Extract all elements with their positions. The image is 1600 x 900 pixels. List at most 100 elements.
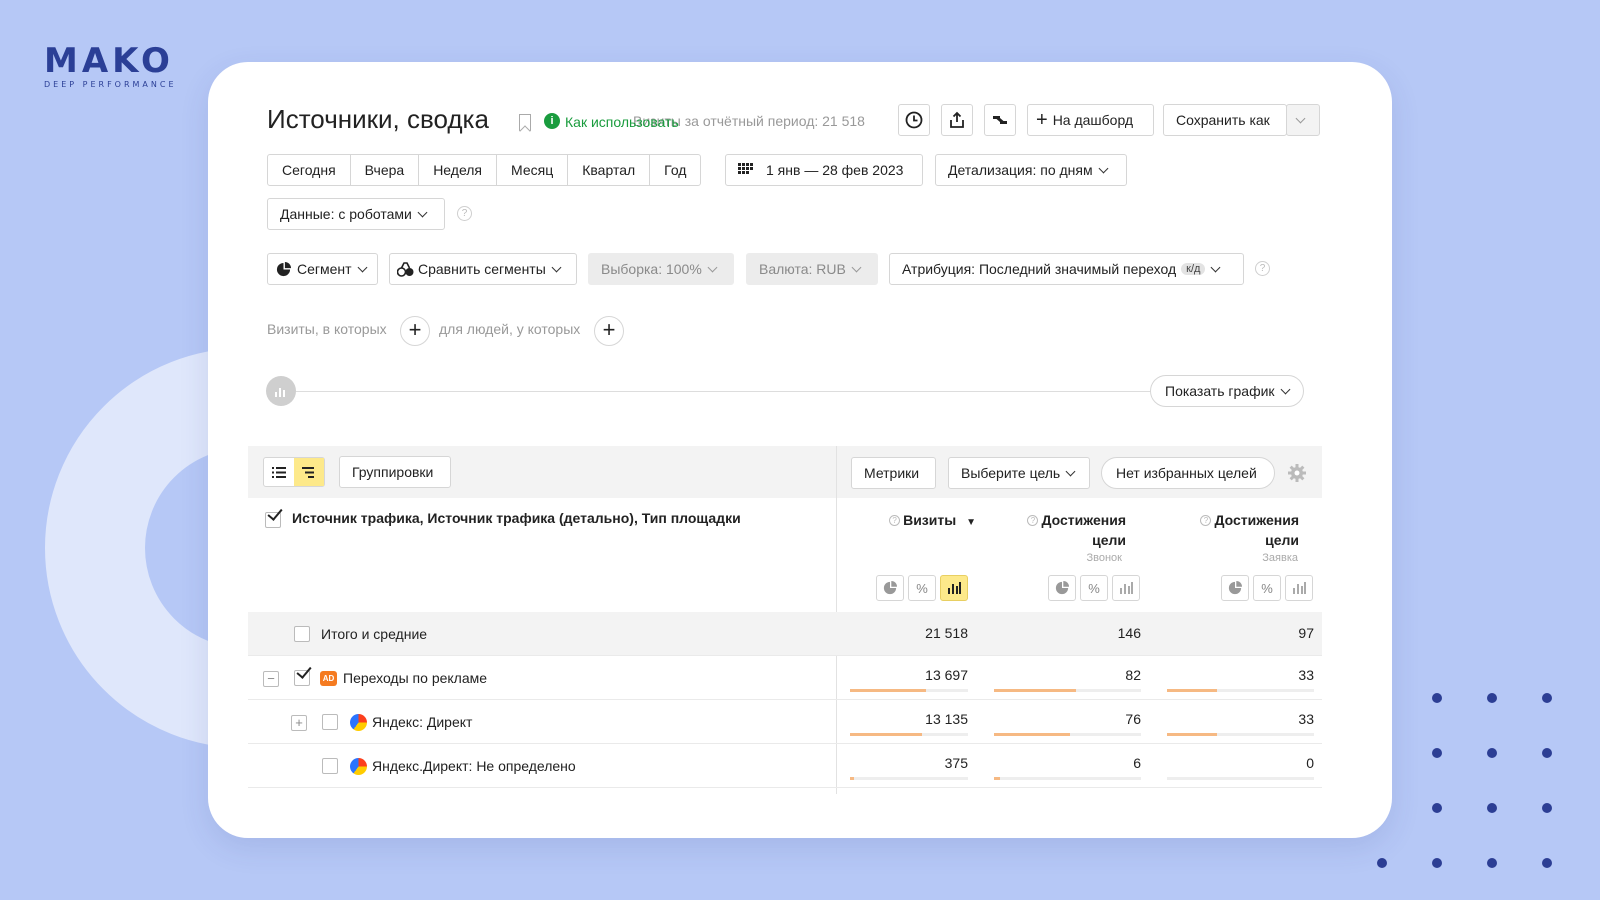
favorite-goals-button[interactable]: Нет избранных целей [1101, 457, 1275, 489]
period-selector: Сегодня Вчера Неделя Месяц Квартал Год [267, 154, 702, 186]
bar-view-button[interactable] [940, 575, 968, 601]
visits-condition-label: Визиты, в которых [267, 321, 387, 337]
chevron-down-icon [551, 262, 562, 272]
show-chart-label: Показать график [1165, 383, 1275, 399]
help-icon: ? [889, 515, 901, 526]
period-yesterday[interactable]: Вчера [349, 154, 420, 186]
goal-call-title-line2: цели [1092, 532, 1126, 548]
metrics-button[interactable]: Метрики [851, 457, 936, 489]
add-people-condition-button[interactable]: + [594, 316, 624, 346]
goal-call-value: 146 [1117, 625, 1141, 641]
visits-bar [850, 689, 968, 692]
compare-segments-dropdown[interactable]: Сравнить сегменты [389, 253, 577, 285]
goal-request-bar-fill [1167, 733, 1217, 736]
export-icon [950, 111, 964, 128]
goal-request-title-line2: цели [1265, 532, 1299, 548]
ad-icon: AD [320, 671, 337, 686]
period-today[interactable]: Сегодня [267, 154, 351, 186]
people-condition-label: для людей, у которых [439, 321, 581, 337]
data-mode-dropdown[interactable]: Данные: с роботами [267, 198, 445, 230]
help-icon[interactable]: ? [457, 206, 472, 221]
groupings-button[interactable]: Группировки [339, 456, 451, 488]
detail-dropdown[interactable]: Детализация: по дням [935, 154, 1127, 186]
sample-dropdown[interactable]: Выборка: 100% [588, 253, 734, 285]
currency-dropdown[interactable]: Валюта: RUB [746, 253, 878, 285]
save-as-button[interactable]: Сохранить как [1163, 104, 1287, 136]
percent-view-button[interactable]: % [1080, 575, 1108, 601]
bar-view-button[interactable] [1285, 575, 1313, 601]
percent-view-button[interactable]: % [1253, 575, 1281, 601]
table-row[interactable]: + Яндекс: Директ 13 135 76 33 [248, 700, 1322, 744]
goal-call-column-header[interactable]: ? Достижения цели [998, 510, 1126, 550]
how-to-use-link[interactable]: Как использовать [565, 114, 679, 130]
pie-icon [1055, 581, 1069, 595]
export-button[interactable] [941, 104, 973, 136]
yandex-direct-icon [350, 714, 367, 731]
visits-bar [850, 733, 968, 736]
goal-request-column-header[interactable]: ? Достижения цели [1170, 510, 1299, 550]
chevron-down-icon [357, 262, 368, 272]
bar-view-button[interactable] [1112, 575, 1140, 601]
pie-view-button[interactable] [1048, 575, 1076, 601]
save-as-dropdown-button[interactable] [1286, 104, 1320, 136]
row-checkbox[interactable] [322, 758, 338, 774]
pie-view-button[interactable] [1221, 575, 1249, 601]
compare-segments-label: Сравнить сегменты [418, 261, 546, 277]
visits-column-title: Визиты [903, 512, 957, 528]
data-mode-label: Данные: с роботами [280, 206, 412, 222]
goal-call-bar [994, 777, 1141, 780]
gear-icon[interactable] [1288, 464, 1306, 482]
visits-bar [850, 777, 968, 780]
visits-value: 13 135 [925, 711, 968, 727]
flat-list-view-button[interactable] [264, 458, 294, 486]
calendar-icon [738, 163, 753, 174]
choose-goal-dropdown[interactable]: Выберите цель [948, 457, 1090, 489]
tree-view-button[interactable] [294, 458, 324, 486]
chevron-down-icon [417, 207, 428, 217]
expand-row-button[interactable]: + [291, 715, 307, 731]
chart-timeline-line [282, 391, 1152, 392]
percent-view-button[interactable]: % [908, 575, 936, 601]
goal-request-bar [1167, 689, 1314, 692]
period-week[interactable]: Неделя [418, 154, 498, 186]
goal-request-value: 33 [1298, 667, 1314, 683]
row-label: Переходы по рекламе [343, 670, 488, 686]
visits-bar-fill [850, 777, 854, 780]
add-visit-condition-button[interactable]: + [400, 316, 430, 346]
attribution-dropdown[interactable]: Атрибуция: Последний значимый переход к/… [889, 253, 1244, 285]
chart-toggle-icon[interactable] [266, 376, 296, 406]
tree-icon [302, 466, 314, 478]
logo-tagline: DEEP PERFORMANCE [44, 80, 177, 89]
sort-desc-icon: ▼ [966, 517, 976, 528]
history-button[interactable] [898, 104, 930, 136]
help-icon: ? [1200, 515, 1212, 526]
table-row[interactable]: − AD Переходы по рекламе 13 697 82 33 [248, 656, 1322, 700]
visits-bar-fill [850, 689, 926, 692]
compare-button[interactable] [984, 104, 1016, 136]
row-checkbox[interactable] [294, 626, 310, 642]
pie-icon [883, 581, 897, 595]
goal-request-bar [1167, 777, 1314, 780]
bar-chart-icon [948, 582, 961, 594]
period-month[interactable]: Месяц [496, 154, 569, 186]
segment-dropdown[interactable]: Сегмент [267, 253, 378, 285]
table-row[interactable]: Яндекс.Директ: Не определено 375 6 0 [248, 744, 1322, 788]
goal-request-bar [1167, 733, 1314, 736]
add-to-dashboard-button[interactable]: + На дашборд [1027, 104, 1154, 136]
table-row-total[interactable]: Итого и средние 21 518 146 97 [248, 612, 1322, 656]
show-chart-button[interactable]: Показать график [1150, 375, 1304, 407]
pie-view-button[interactable] [876, 575, 904, 601]
goal-call-bar-fill [994, 777, 1000, 780]
visits-column-header[interactable]: ? Визиты ▼ [868, 510, 976, 533]
visits-value: 375 [944, 755, 968, 771]
row-checkbox[interactable] [322, 714, 338, 730]
bookmark-icon[interactable] [519, 114, 531, 131]
period-quarter[interactable]: Квартал [567, 154, 651, 186]
date-range-button[interactable]: 1 янв — 28 фев 2023 [725, 154, 923, 186]
period-year[interactable]: Год [649, 154, 702, 186]
goal-request-value: 0 [1306, 755, 1314, 771]
dashboard-label: На дашборд [1052, 112, 1134, 128]
pie-icon [1228, 581, 1242, 595]
collapse-row-button[interactable]: − [263, 671, 279, 687]
help-icon[interactable]: ? [1255, 261, 1270, 276]
